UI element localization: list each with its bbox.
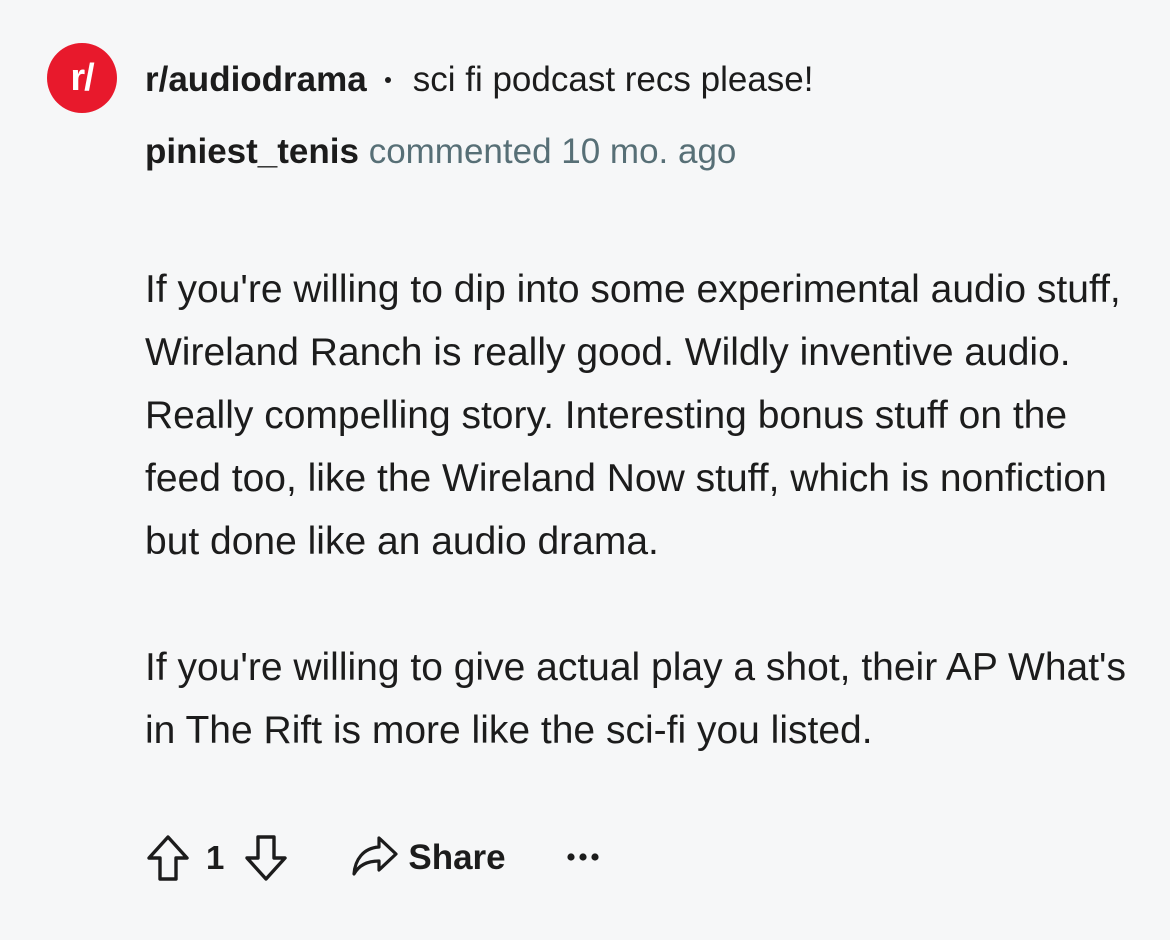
share-icon	[350, 834, 400, 883]
more-options-icon	[566, 849, 600, 867]
subreddit-avatar[interactable]: r/	[47, 43, 117, 113]
comment-actions: 1 Share	[140, 830, 600, 886]
upvote-icon[interactable]	[140, 830, 196, 886]
share-label: Share	[408, 838, 506, 877]
vote-count: 1	[206, 839, 225, 876]
comment-paragraph: If you're willing to dip into some exper…	[145, 268, 1121, 563]
more-options-button[interactable]	[566, 830, 600, 886]
comment-meta: piniest_tenis commented 10 mo. ago	[145, 128, 765, 176]
subreddit-name[interactable]: r/audiodrama	[145, 60, 367, 100]
post-header: r/audiodrama sci fi podcast recs please!	[145, 56, 813, 104]
subreddit-avatar-text: r/	[70, 56, 94, 99]
post-title[interactable]: sci fi podcast recs please!	[413, 60, 814, 100]
separator-dot	[384, 77, 391, 83]
comment-card: r/ r/audiodrama sci fi podcast recs plea…	[0, 0, 1170, 940]
downvote-icon[interactable]	[238, 830, 294, 886]
comment-paragraph: If you're willing to give actual play a …	[145, 646, 1126, 752]
comment-body: If you're willing to dip into some exper…	[145, 258, 1135, 762]
share-button[interactable]: Share	[350, 834, 506, 883]
comment-author[interactable]: piniest_tenis	[145, 132, 359, 171]
comment-timestamp: commented 10 mo. ago	[368, 132, 737, 171]
